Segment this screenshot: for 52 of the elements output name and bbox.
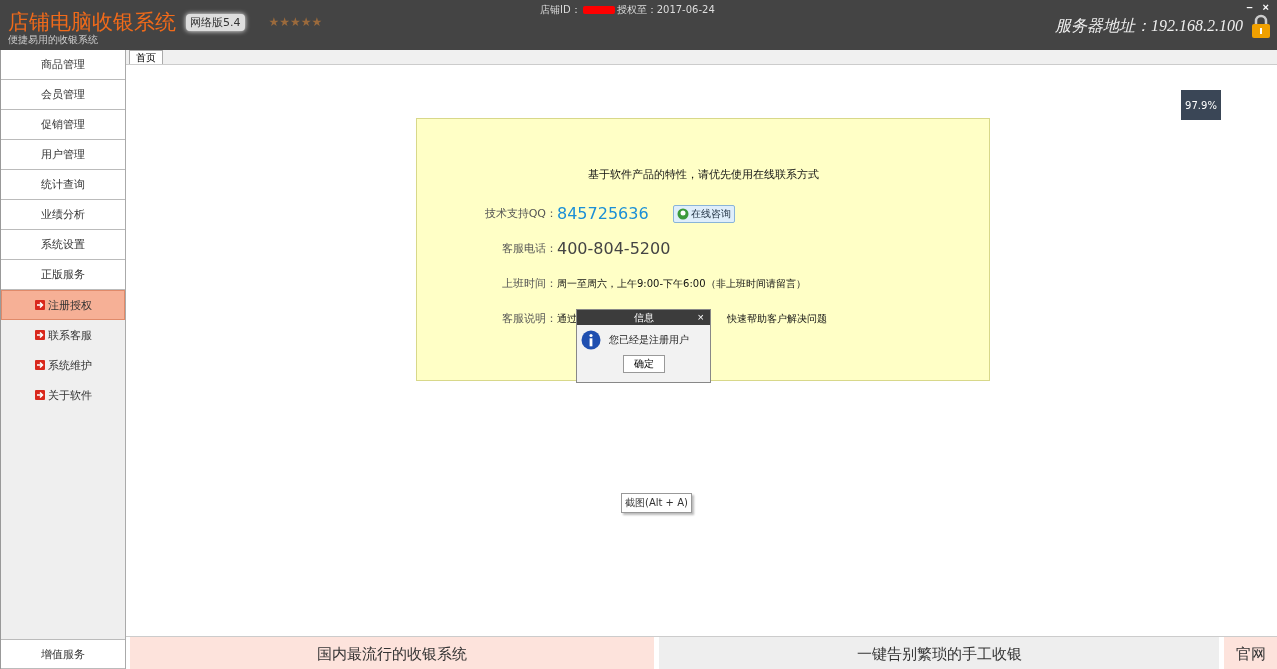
- gauge-reading: 97.9%: [1185, 99, 1217, 111]
- sidebar-item[interactable]: 注册授权: [1, 290, 125, 320]
- consult-button[interactable]: 在线咨询: [672, 204, 735, 223]
- sidebar-item[interactable]: 商品管理: [1, 50, 125, 80]
- dialog-title: 信息: [633, 310, 654, 325]
- sidebar-item[interactable]: 正版服务: [1, 260, 125, 290]
- star-icon: ★: [311, 15, 323, 29]
- edition-badge: 网络版5.4: [186, 13, 245, 31]
- arrow-icon: [34, 330, 45, 340]
- description-text: 快速帮助客户解决问题: [727, 311, 827, 326]
- close-button[interactable]: ×: [1260, 0, 1271, 14]
- tooltip: 截图(Alt + A): [621, 493, 692, 513]
- qq-number: 845725636: [557, 204, 649, 223]
- promo-banner[interactable]: 官网: [1224, 637, 1277, 669]
- dialog-message: 您已经是注册用户: [609, 333, 689, 347]
- field-label: 上班时间：: [501, 276, 557, 291]
- ok-button[interactable]: 确定: [622, 355, 665, 373]
- description-text: 通过: [557, 311, 577, 326]
- lock-icon[interactable]: [1251, 14, 1271, 38]
- sidebar-item[interactable]: 促销管理: [1, 110, 125, 140]
- chat-icon: [676, 207, 689, 220]
- sidebar-item[interactable]: 系统设置: [1, 230, 125, 260]
- arrow-icon: [34, 390, 45, 400]
- promo-banner[interactable]: 国内最流行的收银系统: [130, 637, 654, 669]
- star-icon: ★: [290, 15, 301, 29]
- sidebar-item[interactable]: 业绩分析: [1, 200, 125, 230]
- minimize-button[interactable]: –: [1244, 0, 1255, 14]
- sidebar-item[interactable]: 用户管理: [1, 140, 125, 170]
- hours-text: 周一至周六，上午9:00-下午6:00（非上班时间请留言）: [557, 276, 806, 291]
- close-button[interactable]: ×: [697, 310, 704, 324]
- arrow-icon: [34, 300, 45, 310]
- license-date: 授权至：2017-06-24: [616, 3, 715, 17]
- arrow-icon: [34, 360, 45, 370]
- field-label: 客服说明：: [501, 311, 557, 326]
- star-icon: ★: [300, 15, 312, 29]
- store-id-label: 店铺ID：: [540, 3, 581, 17]
- phone-number: 400-804-5200: [557, 239, 671, 258]
- app-subtitle: 便捷易用的收银系统: [8, 34, 99, 46]
- sidebar-item[interactable]: 统计查询: [1, 170, 125, 200]
- promo-banner[interactable]: 一键告别繁琐的手工收银: [659, 637, 1219, 669]
- server-address: 服务器地址：192.168.2.100: [1055, 15, 1243, 36]
- sidebar-item[interactable]: 增值服务: [1, 639, 125, 669]
- star-icon: ★: [268, 15, 280, 29]
- tab[interactable]: 首页: [129, 50, 163, 64]
- info-icon: [581, 330, 601, 350]
- app-title: 店铺电脑收银系统: [8, 10, 176, 34]
- sidebar-item[interactable]: 会员管理: [1, 80, 125, 110]
- field-label: 客服电话：: [501, 241, 557, 256]
- notice-text: 基于软件产品的特性，请优先使用在线联系方式: [586, 167, 820, 182]
- star-icon: ★: [279, 15, 291, 29]
- field-label: 技术支持QQ：: [483, 206, 557, 221]
- redaction-mark: [582, 6, 615, 14]
